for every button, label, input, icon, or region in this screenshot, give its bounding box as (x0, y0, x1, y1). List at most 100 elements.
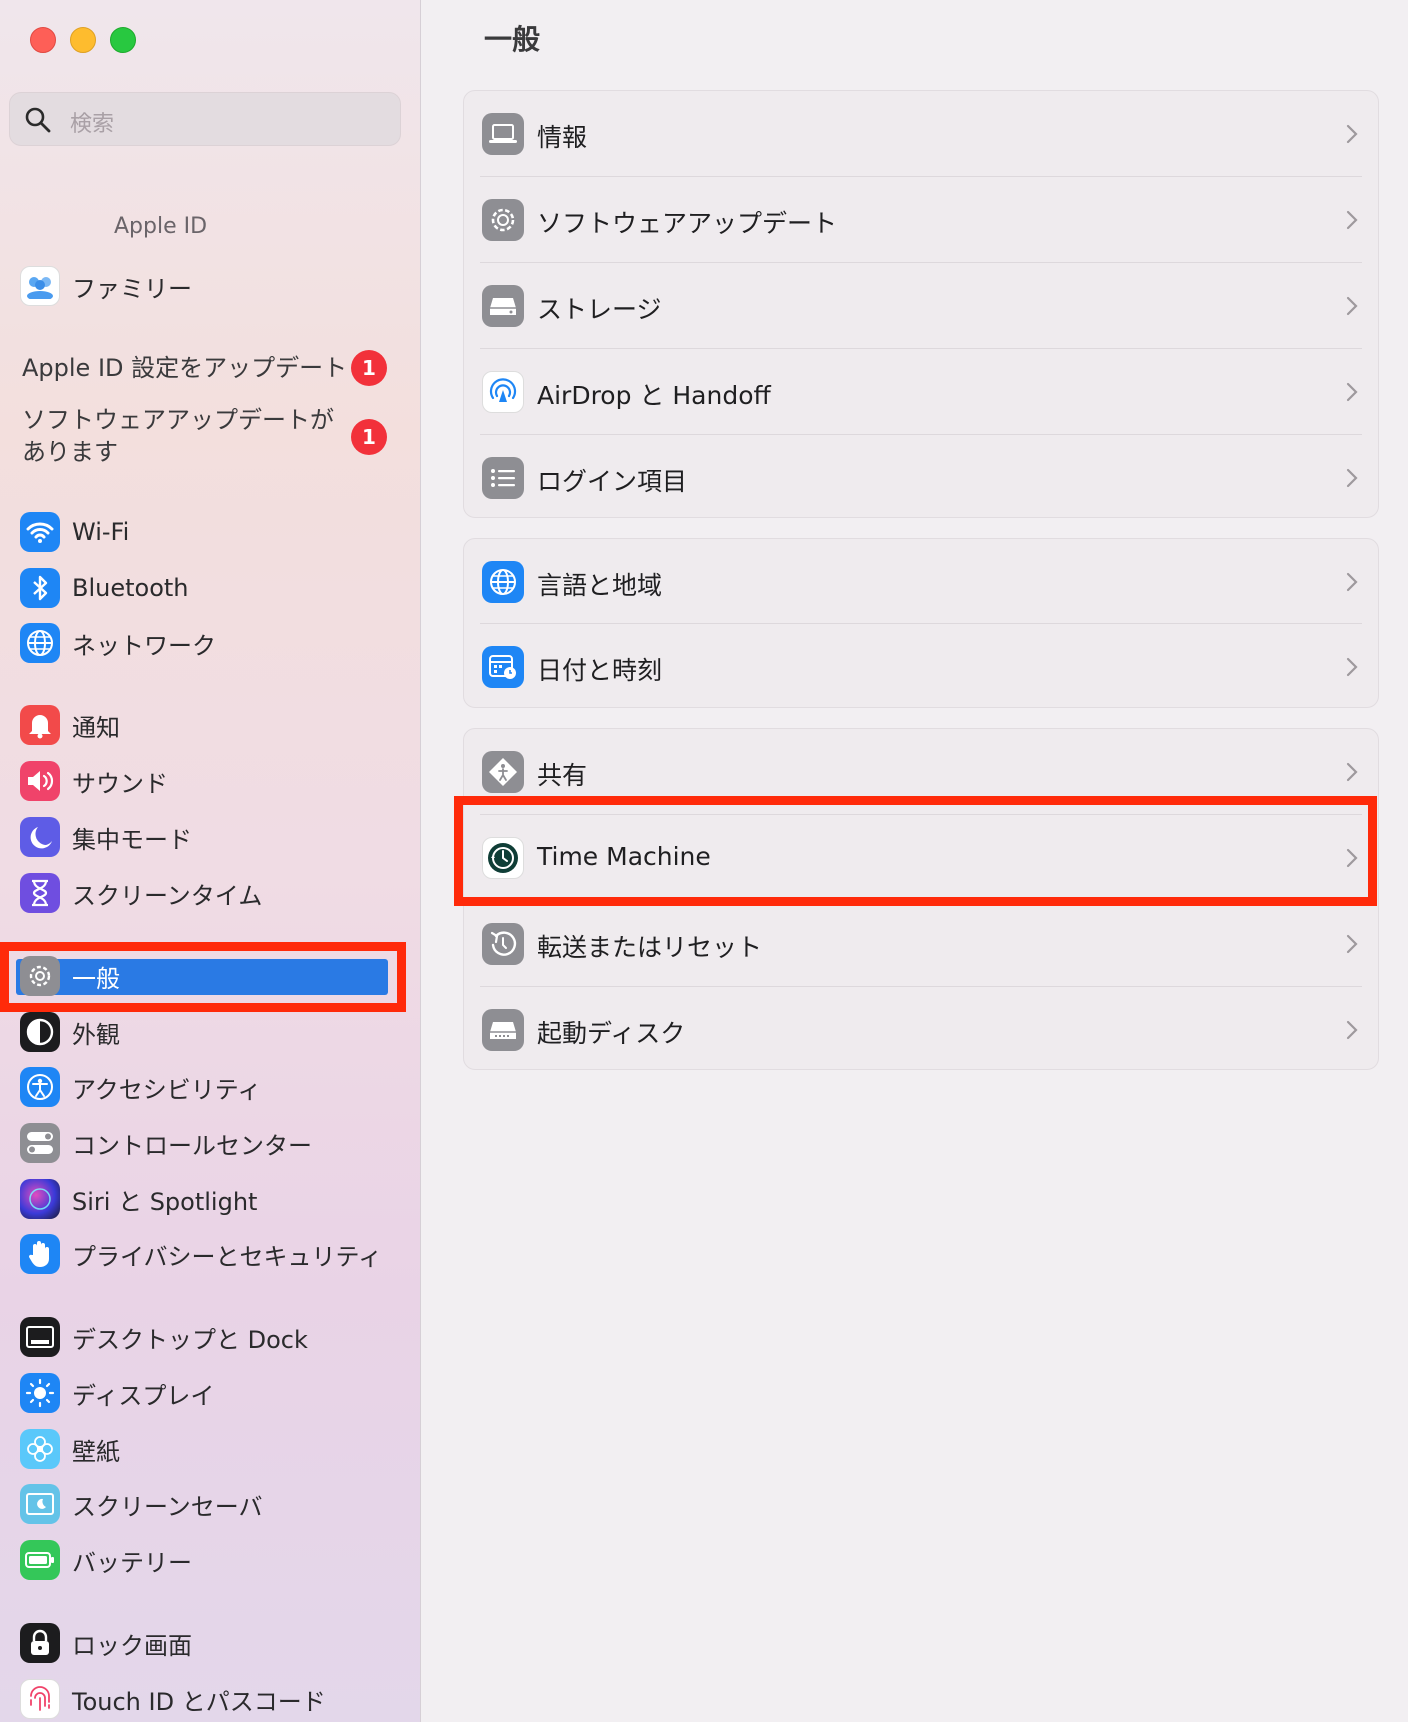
bluetooth-icon (20, 568, 60, 608)
notice-text-line2: あります (22, 438, 118, 466)
sidebar-item-privacy-security[interactable]: プライバシーとセキュリティ (20, 1231, 382, 1277)
sidebar-item-appearance[interactable]: 外観 (20, 1009, 120, 1055)
sidebar-item-wifi[interactable]: Wi-Fi (20, 509, 129, 555)
row-label: ストレージ (537, 295, 662, 324)
row-label: 転送またはリセット (537, 933, 763, 962)
sidebar-item-label: アクセシビリティ (72, 1075, 262, 1104)
wifi-icon (20, 512, 60, 552)
sun-icon (20, 1373, 60, 1413)
close-window-button[interactable] (30, 27, 56, 53)
row-transfer-reset[interactable]: 転送またはリセット (464, 901, 1378, 987)
family-icon (20, 266, 60, 306)
row-date-time[interactable]: 日付と時刻 (464, 624, 1378, 710)
reset-icon (482, 923, 524, 965)
chevron-right-icon (1346, 296, 1358, 316)
sidebar-item-siri-spotlight[interactable]: Siri と Spotlight (20, 1176, 257, 1222)
search-input[interactable]: 検索 (9, 92, 401, 146)
lock-icon (20, 1623, 60, 1663)
search-icon (25, 107, 51, 133)
calendar-clock-icon (482, 646, 524, 688)
appearance-icon (20, 1012, 60, 1052)
sidebar: 検索 Apple ID ファミリー Apple ID 設定をアップデート 1 ソ… (0, 0, 421, 1722)
chevron-right-icon (1346, 124, 1358, 144)
row-storage[interactable]: ストレージ (464, 263, 1378, 349)
sidebar-item-label: 壁紙 (72, 1437, 120, 1466)
sidebar-item-label: 外観 (72, 1020, 120, 1049)
row-label: 日付と時刻 (537, 656, 663, 685)
laptop-icon (482, 113, 524, 155)
highlight-box-time-machine (454, 796, 1377, 906)
chevron-right-icon (1346, 762, 1358, 782)
sidebar-item-label: ディスプレイ (72, 1381, 215, 1410)
row-login-items[interactable]: ログイン項目 (464, 435, 1378, 521)
chevron-right-icon (1346, 934, 1358, 954)
update-apple-id-notice[interactable]: Apple ID 設定をアップデート (22, 352, 347, 384)
globe-icon (20, 623, 60, 663)
speaker-icon (20, 761, 60, 801)
hand-icon (20, 1234, 60, 1274)
chevron-right-icon (1346, 1020, 1358, 1040)
sidebar-item-wallpaper[interactable]: 壁紙 (20, 1426, 120, 1472)
sidebar-item-touch-id[interactable]: Touch ID とパスコード (20, 1676, 326, 1722)
search-placeholder: 検索 (70, 112, 115, 137)
sidebar-item-bluetooth[interactable]: Bluetooth (20, 565, 189, 611)
sidebar-item-control-center[interactable]: コントロールセンター (20, 1120, 312, 1166)
row-label: ソフトウェアアップデート (537, 209, 838, 238)
chevron-right-icon (1346, 657, 1358, 677)
row-software-update[interactable]: ソフトウェアアップデート (464, 177, 1378, 263)
sidebar-item-focus[interactable]: 集中モード (20, 814, 192, 860)
bell-icon (20, 705, 60, 745)
page-title: 一般 (484, 23, 541, 56)
row-startup-disk[interactable]: 起動ディスク (464, 987, 1378, 1073)
software-update-notice[interactable]: ソフトウェアアップデートが あります (22, 404, 334, 468)
chevron-right-icon (1346, 382, 1358, 402)
sidebar-item-notifications[interactable]: 通知 (20, 702, 120, 748)
sidebar-item-label: コントロールセンター (72, 1131, 312, 1160)
sharing-icon (482, 751, 524, 793)
sidebar-item-label: デスクトップと Dock (72, 1325, 308, 1354)
sidebar-item-accessibility[interactable]: アクセシビリティ (20, 1064, 261, 1110)
sidebar-item-label: Bluetooth (72, 574, 189, 602)
notice-text: Apple ID 設定をアップデート (22, 354, 348, 382)
sidebar-item-lock-screen[interactable]: ロック画面 (20, 1620, 192, 1666)
sidebar-item-screen-saver[interactable]: スクリーンセーバ (20, 1481, 263, 1527)
apple-id-link[interactable]: Apple ID (114, 214, 207, 239)
list-icon (482, 457, 524, 499)
row-about[interactable]: 情報 (464, 91, 1378, 177)
sidebar-item-desktop-dock[interactable]: デスクトップと Dock (20, 1314, 308, 1360)
row-label: 言語と地域 (537, 571, 663, 600)
sidebar-item-label: Siri と Spotlight (72, 1187, 258, 1216)
sidebar-item-label: プライバシーとセキュリティ (72, 1242, 383, 1271)
screensaver-icon (20, 1484, 60, 1524)
row-airdrop-handoff[interactable]: AirDrop と Handoff (464, 349, 1378, 435)
sidebar-item-label: Wi-Fi (72, 518, 130, 546)
sidebar-item-label: Touch ID とパスコード (72, 1687, 326, 1716)
settings-group-1: 情報 ソフトウェアアップデート ストレージ AirDrop と Handoff (463, 90, 1379, 518)
sidebar-item-displays[interactable]: ディスプレイ (20, 1370, 214, 1416)
sidebar-item-label: ファミリー (72, 274, 192, 303)
sidebar-item-network[interactable]: ネットワーク (20, 620, 216, 666)
dock-icon (20, 1317, 60, 1357)
sidebar-item-label: バッテリー (72, 1548, 192, 1577)
notification-badge: 1 (351, 350, 387, 386)
sidebar-item-label: サウンド (72, 769, 168, 798)
hourglass-icon (20, 873, 60, 913)
minimize-window-button[interactable] (70, 27, 96, 53)
sidebar-item-label: スクリーンタイム (72, 881, 263, 910)
sidebar-item-label: 通知 (72, 713, 120, 742)
globe-icon (482, 561, 524, 603)
drive-icon (482, 285, 524, 327)
sidebar-item-sound[interactable]: サウンド (20, 758, 168, 804)
airdrop-icon (482, 371, 524, 413)
fingerprint-icon (20, 1679, 60, 1719)
row-label: 情報 (537, 123, 588, 152)
sidebar-item-screen-time[interactable]: スクリーンタイム (20, 870, 262, 916)
sidebar-item-family[interactable]: ファミリー (20, 263, 192, 309)
chevron-right-icon (1346, 572, 1358, 592)
row-language-region[interactable]: 言語と地域 (464, 539, 1378, 625)
chevron-right-icon (1346, 210, 1358, 230)
battery-icon (20, 1540, 60, 1580)
siri-icon (20, 1179, 60, 1219)
zoom-window-button[interactable] (110, 27, 136, 53)
sidebar-item-battery[interactable]: バッテリー (20, 1537, 192, 1583)
